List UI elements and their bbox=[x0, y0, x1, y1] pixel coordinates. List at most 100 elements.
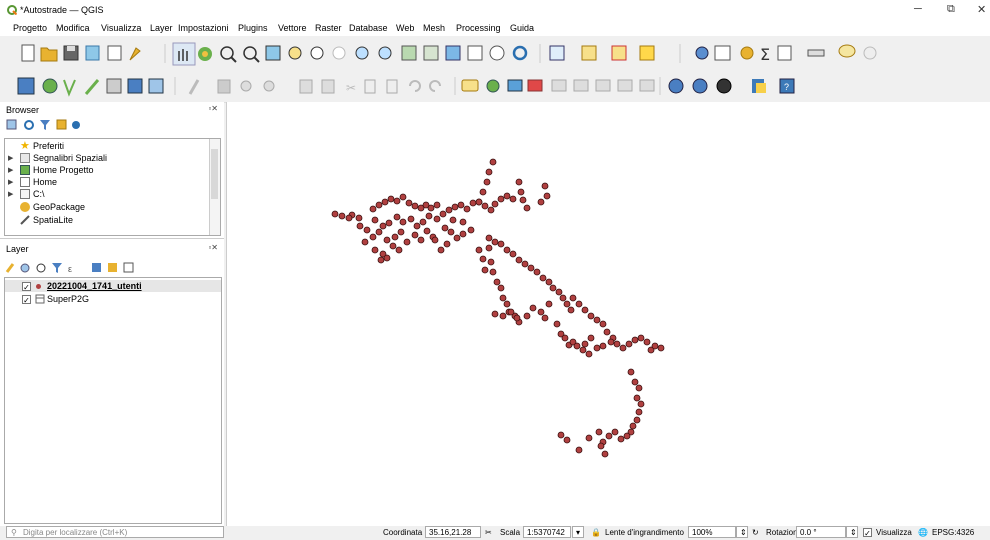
map-point[interactable] bbox=[487, 206, 495, 214]
map-point[interactable] bbox=[403, 238, 411, 246]
map-point[interactable] bbox=[523, 204, 531, 212]
map-point[interactable] bbox=[389, 242, 397, 250]
refresh-icon[interactable] bbox=[512, 45, 528, 61]
menu-modifica[interactable]: Modifica bbox=[56, 23, 90, 33]
map-point[interactable] bbox=[543, 192, 551, 200]
map-point[interactable] bbox=[413, 222, 421, 230]
style-panel-icon[interactable] bbox=[5, 263, 15, 273]
map-point[interactable] bbox=[338, 212, 346, 220]
map-point[interactable] bbox=[451, 203, 459, 211]
zoom-next-icon[interactable] bbox=[378, 46, 392, 60]
map-point[interactable] bbox=[469, 199, 477, 207]
zoom-in-icon[interactable] bbox=[220, 46, 237, 63]
map-point[interactable] bbox=[445, 206, 453, 214]
redo-icon[interactable] bbox=[429, 80, 441, 92]
map-point[interactable] bbox=[467, 226, 475, 234]
map-point[interactable] bbox=[633, 394, 641, 402]
magnifier-stepper[interactable]: ⇕ bbox=[736, 526, 748, 538]
add-selected-layers-icon[interactable] bbox=[6, 119, 17, 130]
map-point[interactable] bbox=[635, 408, 643, 416]
map-point[interactable] bbox=[623, 432, 631, 440]
map-point[interactable] bbox=[603, 328, 611, 336]
map-point[interactable] bbox=[629, 422, 637, 430]
highlight-labels-icon[interactable] bbox=[527, 79, 543, 92]
map-point[interactable] bbox=[611, 428, 619, 436]
map-point[interactable] bbox=[487, 258, 495, 266]
menu-layer[interactable]: Layer bbox=[150, 23, 173, 33]
map-point[interactable] bbox=[581, 340, 589, 348]
map-point[interactable] bbox=[493, 278, 501, 286]
menu-raster[interactable]: Raster bbox=[315, 23, 342, 33]
pan-to-selection-icon[interactable] bbox=[198, 47, 212, 61]
map-point[interactable] bbox=[457, 201, 465, 209]
map-point[interactable] bbox=[539, 274, 547, 282]
measure-icon[interactable] bbox=[807, 49, 825, 57]
style-manager-icon[interactable] bbox=[129, 47, 141, 61]
lock-icon[interactable]: 🔒 bbox=[591, 528, 601, 537]
map-point[interactable] bbox=[635, 384, 643, 392]
zoom-to-layer-icon[interactable] bbox=[310, 46, 324, 60]
add-virtual-layer-icon[interactable] bbox=[127, 78, 143, 94]
layer-visibility-checkbox[interactable]: ✓ bbox=[22, 282, 31, 292]
map-point[interactable] bbox=[453, 234, 461, 242]
map-point[interactable] bbox=[355, 214, 363, 222]
rotation-stepper[interactable]: ⇕ bbox=[846, 526, 858, 538]
minimize-button[interactable]: ─ bbox=[914, 3, 922, 15]
map-point[interactable] bbox=[331, 210, 339, 218]
identify-features-icon[interactable] bbox=[549, 45, 565, 61]
map-point[interactable] bbox=[433, 215, 441, 223]
map-point[interactable] bbox=[485, 234, 493, 242]
map-point[interactable] bbox=[557, 431, 565, 439]
map-point[interactable] bbox=[459, 218, 467, 226]
close-button[interactable]: ✕ bbox=[977, 3, 986, 16]
map-point[interactable] bbox=[381, 198, 389, 206]
panel-float-close-icon[interactable]: ▫✕ bbox=[208, 104, 218, 113]
table-icon[interactable] bbox=[777, 45, 792, 61]
map-point[interactable] bbox=[503, 192, 511, 200]
map-point[interactable] bbox=[485, 168, 493, 176]
menu-plugins[interactable]: Plugins bbox=[238, 23, 268, 33]
browser-item-home-progetto[interactable]: Home Progetto bbox=[33, 165, 94, 175]
map-point[interactable] bbox=[581, 306, 589, 314]
statistics-icon[interactable]: Σ bbox=[760, 45, 770, 64]
map-point[interactable] bbox=[569, 294, 577, 302]
help-icon[interactable]: ? bbox=[779, 78, 795, 94]
layer-name-utenti[interactable]: 20221004_1741_utenti bbox=[47, 281, 142, 291]
new-map-view-icon[interactable] bbox=[401, 45, 417, 61]
label-properties-icon[interactable] bbox=[639, 79, 655, 92]
map-point[interactable] bbox=[481, 202, 489, 210]
rotation-field[interactable]: 0.0 ° bbox=[796, 526, 846, 538]
map-point[interactable] bbox=[643, 338, 651, 346]
map-point[interactable] bbox=[567, 306, 575, 314]
menu-processing[interactable]: Processing bbox=[456, 23, 501, 33]
map-point[interactable] bbox=[509, 195, 517, 203]
coordinate-field[interactable]: 35.16,21.28 bbox=[425, 526, 481, 538]
zoom-full-icon[interactable] bbox=[265, 45, 281, 61]
magnifier-field[interactable]: 100% bbox=[688, 526, 736, 538]
map-point[interactable] bbox=[475, 246, 483, 254]
map-point[interactable] bbox=[633, 416, 641, 424]
map-point[interactable] bbox=[515, 256, 523, 264]
map-point[interactable] bbox=[619, 344, 627, 352]
map-point[interactable] bbox=[443, 240, 451, 248]
map-point[interactable] bbox=[363, 226, 371, 234]
filter-legend-icon[interactable] bbox=[52, 263, 62, 273]
map-point[interactable] bbox=[549, 284, 557, 292]
menu-visualizza[interactable]: Visualizza bbox=[101, 23, 141, 33]
remove-layer-icon[interactable] bbox=[123, 262, 134, 273]
refresh-browser-icon[interactable] bbox=[24, 120, 34, 130]
digitize-icon[interactable] bbox=[84, 79, 100, 95]
label-style-icon[interactable] bbox=[486, 79, 500, 93]
map-point[interactable] bbox=[517, 188, 525, 196]
plugin-icon[interactable] bbox=[716, 78, 732, 94]
map-point[interactable] bbox=[497, 240, 505, 248]
filter-expression-icon[interactable]: ε bbox=[68, 264, 72, 274]
locator-search-icon[interactable] bbox=[863, 46, 877, 60]
map-point[interactable] bbox=[459, 230, 467, 238]
map-point[interactable] bbox=[541, 314, 549, 322]
map-point[interactable] bbox=[419, 218, 427, 226]
crs-label[interactable]: EPSG:4326 bbox=[932, 528, 974, 537]
map-point[interactable] bbox=[379, 222, 387, 230]
map-point[interactable] bbox=[585, 350, 593, 358]
map-point[interactable] bbox=[383, 254, 391, 262]
